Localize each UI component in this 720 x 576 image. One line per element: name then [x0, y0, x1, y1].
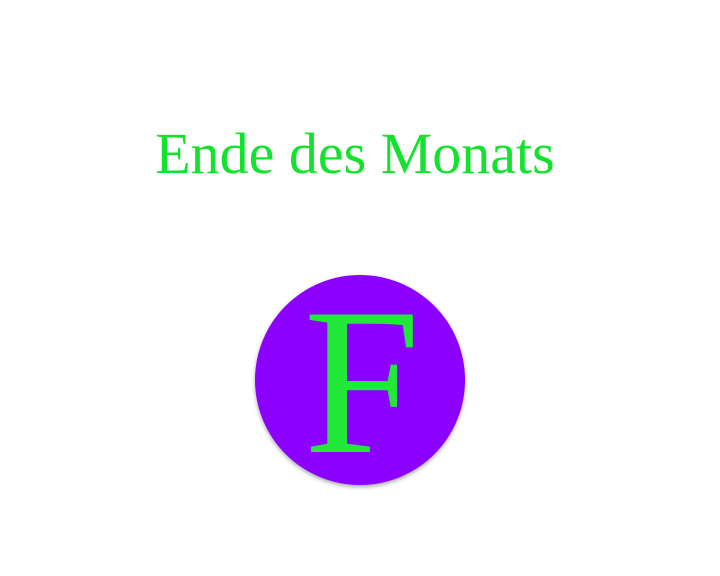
letter-badge-icon: F: [255, 275, 465, 485]
page-title: Ende des Monats: [155, 121, 555, 186]
badge-letter: F: [303, 275, 421, 485]
